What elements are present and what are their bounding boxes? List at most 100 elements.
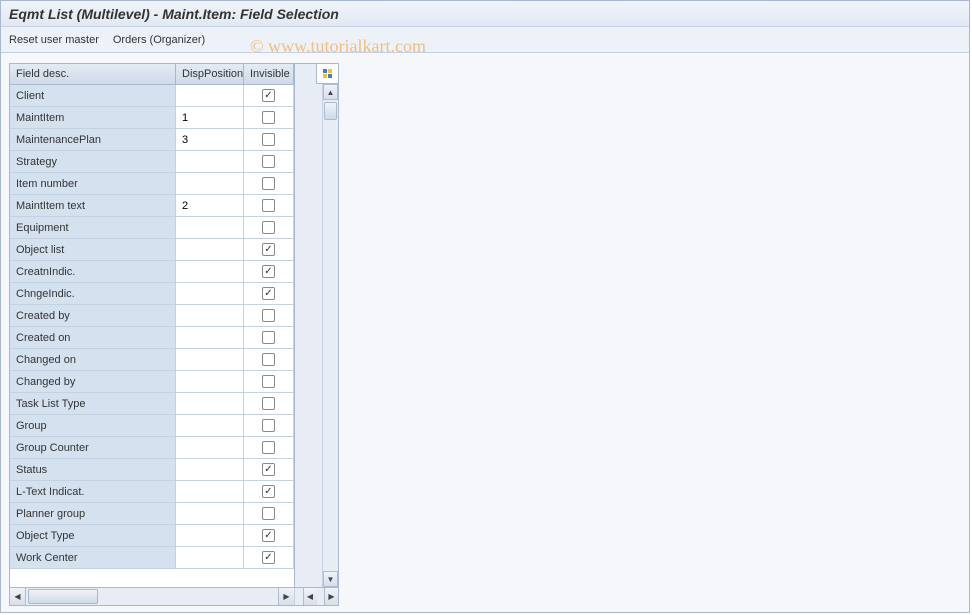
field-desc-cell[interactable]: Status xyxy=(10,459,176,480)
field-desc-cell[interactable]: Equipment xyxy=(10,217,176,238)
disp-position-cell[interactable] xyxy=(176,459,244,480)
disp-position-cell[interactable] xyxy=(176,393,244,414)
configure-columns-button[interactable] xyxy=(316,64,338,84)
disp-position-cell[interactable] xyxy=(176,151,244,172)
field-desc-cell[interactable]: Strategy xyxy=(10,151,176,172)
invisible-checkbox[interactable] xyxy=(262,111,275,124)
disp-position-cell[interactable] xyxy=(176,503,244,524)
hscroll-right-arrow-2[interactable]: ▶ xyxy=(324,588,338,605)
invisible-cell: ✓ xyxy=(244,525,294,546)
disp-position-cell[interactable]: 2 xyxy=(176,195,244,216)
invisible-checkbox[interactable] xyxy=(262,155,275,168)
table-row: MaintItem text2 xyxy=(10,195,294,217)
field-desc-cell[interactable]: Created by xyxy=(10,305,176,326)
invisible-checkbox[interactable] xyxy=(262,375,275,388)
invisible-checkbox[interactable]: ✓ xyxy=(262,485,275,498)
column-header-invisible[interactable]: Invisible xyxy=(244,64,294,84)
scroll-down-arrow[interactable]: ▼ xyxy=(323,571,338,587)
disp-position-cell[interactable] xyxy=(176,327,244,348)
disp-position-cell[interactable]: 3 xyxy=(176,129,244,150)
invisible-checkbox[interactable] xyxy=(262,419,275,432)
field-desc-cell[interactable]: Planner group xyxy=(10,503,176,524)
disp-position-cell[interactable] xyxy=(176,481,244,502)
column-header-field-desc[interactable]: Field desc. xyxy=(10,64,176,84)
invisible-checkbox[interactable]: ✓ xyxy=(262,265,275,278)
field-desc-cell[interactable]: ChngeIndic. xyxy=(10,283,176,304)
disp-position-cell[interactable] xyxy=(176,173,244,194)
disp-position-cell[interactable] xyxy=(176,217,244,238)
column-header-disp-position[interactable]: DispPosition xyxy=(176,64,244,84)
disp-position-cell[interactable] xyxy=(176,283,244,304)
disp-position-cell[interactable] xyxy=(176,547,244,568)
disp-position-cell[interactable]: 1 xyxy=(176,107,244,128)
disp-position-cell[interactable] xyxy=(176,415,244,436)
field-desc-cell[interactable]: Item number xyxy=(10,173,176,194)
invisible-checkbox[interactable]: ✓ xyxy=(262,243,275,256)
hscroll-right-arrow[interactable]: ▶ xyxy=(278,588,294,605)
invisible-cell xyxy=(244,327,294,348)
table-row: Group xyxy=(10,415,294,437)
field-desc-cell[interactable]: Client xyxy=(10,85,176,106)
hscroll-left-arrow-2[interactable]: ◀ xyxy=(303,588,317,605)
hscroll-thumb[interactable] xyxy=(28,589,98,604)
invisible-cell xyxy=(244,503,294,524)
field-desc-cell[interactable]: CreatnIndic. xyxy=(10,261,176,282)
table-row: Work Center ✓ xyxy=(10,547,294,569)
hscroll-gap: ◀ ▶ xyxy=(294,588,338,605)
vertical-scrollbar[interactable]: ▲ ▼ xyxy=(322,84,338,587)
disp-position-cell[interactable] xyxy=(176,239,244,260)
field-desc-cell[interactable]: Object list xyxy=(10,239,176,260)
invisible-checkbox[interactable] xyxy=(262,353,275,366)
horizontal-scrollbar[interactable]: ◀ ▶ ◀ ▶ xyxy=(9,588,339,606)
invisible-checkbox[interactable] xyxy=(262,507,275,520)
invisible-checkbox[interactable]: ✓ xyxy=(262,89,275,102)
hscroll-track[interactable] xyxy=(26,588,278,605)
field-desc-cell[interactable]: Group xyxy=(10,415,176,436)
field-desc-cell[interactable]: Changed by xyxy=(10,371,176,392)
field-desc-cell[interactable]: Changed on xyxy=(10,349,176,370)
invisible-checkbox[interactable] xyxy=(262,309,275,322)
disp-position-cell[interactable] xyxy=(176,525,244,546)
disp-position-cell[interactable] xyxy=(176,349,244,370)
vscroll-track[interactable] xyxy=(323,100,338,571)
field-desc-cell[interactable]: L-Text Indicat. xyxy=(10,481,176,502)
invisible-checkbox[interactable]: ✓ xyxy=(262,551,275,564)
disp-position-cell[interactable] xyxy=(176,437,244,458)
field-desc-cell[interactable]: MaintenancePlan xyxy=(10,129,176,150)
table-row: Equipment xyxy=(10,217,294,239)
invisible-checkbox[interactable] xyxy=(262,177,275,190)
field-desc-cell[interactable]: MaintItem xyxy=(10,107,176,128)
disp-position-cell[interactable] xyxy=(176,371,244,392)
field-desc-cell[interactable]: Created on xyxy=(10,327,176,348)
field-desc-cell[interactable]: Object Type xyxy=(10,525,176,546)
table-row: ChngeIndic. ✓ xyxy=(10,283,294,305)
invisible-cell xyxy=(244,129,294,150)
field-desc-cell[interactable]: Task List Type xyxy=(10,393,176,414)
invisible-checkbox[interactable] xyxy=(262,441,275,454)
vscroll-thumb[interactable] xyxy=(324,102,337,120)
invisible-checkbox[interactable]: ✓ xyxy=(262,463,275,476)
invisible-checkbox[interactable] xyxy=(262,397,275,410)
invisible-cell xyxy=(244,415,294,436)
invisible-cell xyxy=(244,195,294,216)
disp-position-cell[interactable] xyxy=(176,261,244,282)
field-desc-cell[interactable]: MaintItem text xyxy=(10,195,176,216)
disp-position-cell[interactable] xyxy=(176,85,244,106)
invisible-checkbox[interactable]: ✓ xyxy=(262,529,275,542)
field-desc-cell[interactable]: Group Counter xyxy=(10,437,176,458)
orders-organizer-button[interactable]: Orders (Organizer) xyxy=(113,34,205,46)
grid-wrapper: Field desc. DispPosition Invisible Clien… xyxy=(9,63,339,608)
invisible-checkbox[interactable] xyxy=(262,331,275,344)
content-area: Field desc. DispPosition Invisible Clien… xyxy=(1,53,969,612)
invisible-checkbox[interactable] xyxy=(262,199,275,212)
disp-position-cell[interactable] xyxy=(176,305,244,326)
hscroll-left-arrow[interactable]: ◀ xyxy=(10,588,26,605)
table-row: Object list ✓ xyxy=(10,239,294,261)
reset-user-master-button[interactable]: Reset user master xyxy=(9,34,99,46)
invisible-cell: ✓ xyxy=(244,85,294,106)
field-desc-cell[interactable]: Work Center xyxy=(10,547,176,568)
scroll-up-arrow[interactable]: ▲ xyxy=(323,84,338,100)
invisible-checkbox[interactable]: ✓ xyxy=(262,287,275,300)
invisible-checkbox[interactable] xyxy=(262,221,275,234)
invisible-checkbox[interactable] xyxy=(262,133,275,146)
